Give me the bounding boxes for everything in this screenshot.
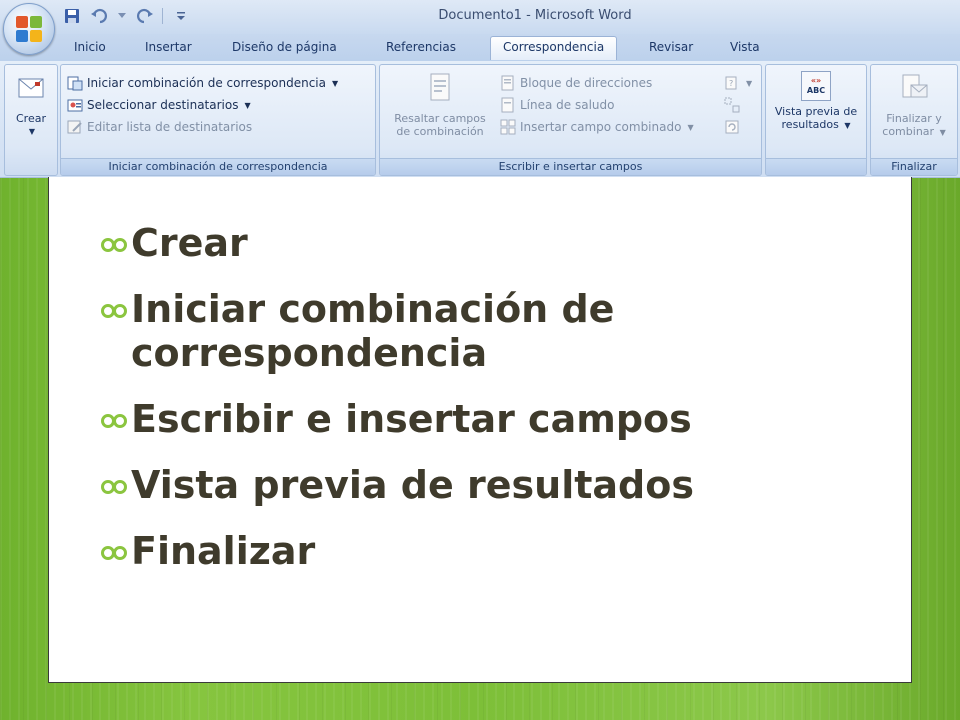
- bullet-text: Vista previa de resultados: [131, 463, 694, 507]
- bullet-list: Crear Iniciar combinación de corresponde…: [101, 221, 891, 595]
- resaltar-line2: de combinación: [396, 125, 484, 138]
- list-item: Finalizar: [101, 529, 891, 573]
- group-finalizar: Finalizar y combinar ▼ Finalizar: [870, 64, 958, 176]
- group-label-finalizar: Finalizar: [871, 158, 957, 175]
- group-label-vista: [766, 158, 866, 175]
- list-item: Escribir e insertar campos: [101, 397, 891, 441]
- svg-text:?: ?: [729, 79, 733, 88]
- finalizar-line2: combinar: [882, 125, 935, 138]
- bullet-text: Iniciar combinación de correspondencia: [131, 287, 615, 375]
- editar-lista-destinatarios-button[interactable]: Editar lista de destinatarios: [67, 117, 252, 137]
- insertar-campo-label: Insertar campo combinado: [520, 120, 682, 134]
- group-escribir-insertar: Resaltar campos de combinación Bloque de…: [379, 64, 762, 176]
- match-fields-icon: [724, 97, 740, 113]
- list-item: Vista previa de resultados: [101, 463, 891, 507]
- chevron-down-icon: ▼: [746, 78, 753, 88]
- seleccionar-destinatarios-button[interactable]: Seleccionar destinatarios ▼: [67, 95, 251, 115]
- greeting-line-icon: [501, 97, 514, 113]
- group-crear: Crear ▼: [4, 64, 58, 176]
- tab-referencias[interactable]: Referencias: [386, 40, 456, 54]
- vista-previa-line1: Vista previa de: [774, 105, 858, 118]
- bullet-rings-icon: [101, 414, 127, 428]
- highlight-fields-icon: [430, 73, 450, 101]
- insertar-campo-combinado-button[interactable]: Insertar campo combinado ▼: [500, 117, 694, 137]
- bloque-direcciones-button[interactable]: Bloque de direcciones: [500, 73, 652, 93]
- list-item: Crear: [101, 221, 891, 265]
- seleccionar-destinatarios-label: Seleccionar destinatarios: [87, 98, 239, 112]
- tab-insertar[interactable]: Insertar: [145, 40, 192, 54]
- tab-inicio[interactable]: Inicio: [74, 40, 106, 54]
- iniciar-combinacion-label: Iniciar combinación de correspondencia: [87, 76, 326, 90]
- finalizar-line1: Finalizar y: [886, 112, 942, 125]
- tab-revisar[interactable]: Revisar: [649, 40, 693, 54]
- preview-abc-icon: «» ABC: [801, 71, 831, 101]
- finalizar-combinar-button[interactable]: Finalizar y combinar ▼: [873, 71, 955, 139]
- chevron-down-icon: ▼: [939, 128, 946, 137]
- bullet-text: Crear: [131, 221, 248, 265]
- recipients-icon: [67, 99, 83, 112]
- tab-vista[interactable]: Vista: [730, 40, 760, 54]
- insert-field-icon: [500, 119, 516, 135]
- document-merge-icon: [67, 76, 83, 91]
- chevron-down-icon: ▼: [844, 121, 851, 130]
- edit-list-icon: [67, 120, 82, 134]
- chevron-down-icon: ▼: [28, 127, 36, 136]
- bullet-rings-icon: [101, 480, 127, 494]
- update-labels-button[interactable]: [724, 117, 740, 137]
- vista-previa-line2: resultados: [781, 118, 839, 131]
- bullet-rings-icon: [101, 304, 127, 318]
- list-item: Iniciar combinación de correspondencia: [101, 287, 891, 375]
- address-block-icon: [501, 75, 514, 91]
- chevron-down-icon: ▼: [244, 100, 251, 110]
- bullet-text: Finalizar: [131, 529, 316, 573]
- bullet-rings-icon: [101, 546, 127, 560]
- slide-content: Crear Iniciar combinación de corresponde…: [48, 177, 912, 683]
- editar-lista-label: Editar lista de destinatarios: [87, 120, 253, 134]
- linea-saludo-button[interactable]: Línea de saludo: [500, 95, 615, 115]
- crear-label: Crear: [16, 112, 46, 125]
- envelope-icon: [18, 78, 44, 98]
- preview-abc-text: ABC: [806, 86, 826, 95]
- window-title: Documento1 - Microsoft Word: [438, 8, 632, 23]
- group-label-escribir: Escribir e insertar campos: [380, 158, 761, 175]
- iniciar-combinacion-button[interactable]: Iniciar combinación de correspondencia ▼: [67, 73, 338, 93]
- group-iniciar-combinacion: Iniciar combinación de correspondencia ▼…: [60, 64, 376, 176]
- linea-saludo-label: Línea de saludo: [520, 98, 615, 112]
- tab-diseno-de-pagina[interactable]: Diseño de página: [232, 40, 337, 54]
- office-button[interactable]: [3, 3, 55, 55]
- chevron-down-icon: ▼: [687, 122, 694, 132]
- rules-icon: ?: [725, 76, 737, 90]
- vista-previa-button[interactable]: «» ABC Vista previa de resultados ▼: [768, 71, 864, 132]
- title-bar: Documento1 - Microsoft Word: [0, 0, 960, 35]
- group-vista-previa: «» ABC Vista previa de resultados ▼: [765, 64, 867, 176]
- bullet-text: Escribir e insertar campos: [131, 397, 692, 441]
- tab-correspondencia[interactable]: Correspondencia: [490, 36, 618, 60]
- resaltar-line1: Resaltar campos: [394, 112, 486, 125]
- update-labels-icon: [725, 120, 739, 134]
- ribbon-tabs: Inicio Insertar Diseño de página Referen…: [0, 34, 960, 61]
- rules-button[interactable]: ? ▼: [724, 73, 752, 93]
- match-fields-button[interactable]: [724, 95, 740, 115]
- bloque-direcciones-label: Bloque de direcciones: [520, 76, 653, 90]
- finish-merge-icon: [902, 74, 928, 98]
- bullet-rings-icon: [101, 238, 127, 252]
- ribbon: Crear ▼ Iniciar combinación de correspon…: [0, 61, 960, 178]
- office-logo-icon: [16, 16, 42, 42]
- group-label-iniciar: Iniciar combinación de correspondencia: [61, 158, 375, 175]
- crear-button[interactable]: Crear ▼: [9, 71, 53, 138]
- resaltar-campos-button[interactable]: Resaltar campos de combinación: [384, 71, 496, 138]
- chevron-down-icon: ▼: [331, 78, 339, 88]
